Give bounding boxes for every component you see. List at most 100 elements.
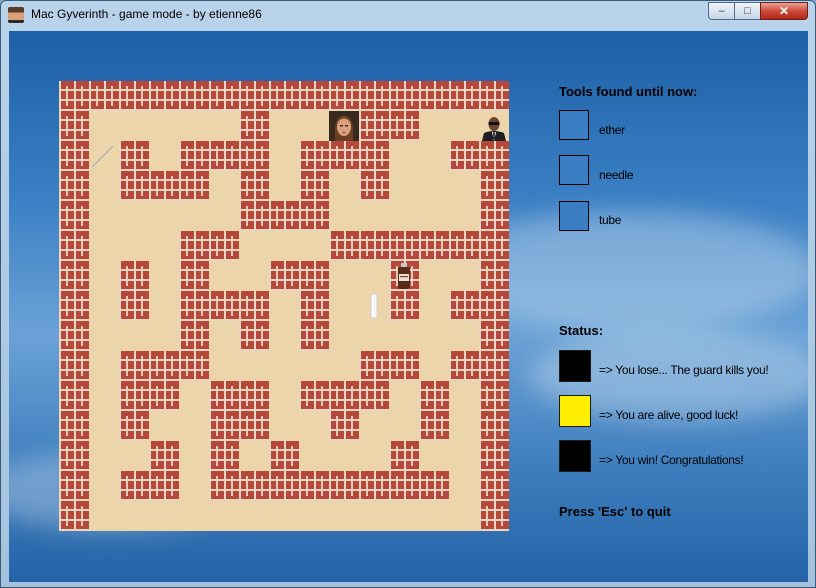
- maze-floor-tile: [149, 501, 179, 531]
- maze-wall-tile: [59, 411, 89, 441]
- maze-floor-tile: [179, 501, 209, 531]
- maze-floor-tile: [419, 111, 449, 141]
- maze-floor-tile: [389, 411, 419, 441]
- maze-wall-tile: [299, 471, 329, 501]
- maze-wall-tile: [239, 471, 269, 501]
- maze-wall-tile: [479, 381, 509, 411]
- maze-floor-tile: [149, 141, 179, 171]
- game-canvas[interactable]: Tools found until now: ether needle tube…: [9, 31, 808, 582]
- maze-wall-tile: [269, 261, 299, 291]
- maze-wall-tile: [479, 171, 509, 201]
- maze-floor-tile: [209, 201, 239, 231]
- maze-wall-tile: [389, 111, 419, 141]
- maze-floor-tile: [89, 381, 119, 411]
- maze-wall-tile: [239, 141, 269, 171]
- maze-floor-tile: [449, 441, 479, 471]
- maze-floor-tile: [389, 171, 419, 201]
- maze-wall-tile: [479, 411, 509, 441]
- maze-wall-tile: [119, 411, 149, 441]
- status-indicator-win: [559, 440, 591, 472]
- maze-floor-tile: [89, 111, 119, 141]
- maze-wall-tile: [329, 411, 359, 441]
- tool-slot-tube: [559, 201, 589, 231]
- title-bar[interactable]: Mac Gyverinth - game mode - by etienne86…: [1, 1, 815, 29]
- maze-floor-tile: [269, 411, 299, 441]
- maze-floor-tile: [89, 321, 119, 351]
- maze-wall-tile: [359, 171, 389, 201]
- maze-floor-tile: [419, 141, 449, 171]
- maze-floor-tile: [89, 501, 119, 531]
- maze-wall-tile: [419, 231, 449, 261]
- tool-slot-ether: [559, 110, 589, 140]
- maze-floor-tile: [179, 411, 209, 441]
- maze-floor-tile: [329, 501, 359, 531]
- maze-floor-tile: [179, 201, 209, 231]
- maze-floor-tile: [119, 201, 149, 231]
- maze-floor-tile: [149, 291, 179, 321]
- maze-floor-tile: [359, 201, 389, 231]
- maze-floor-tile: [269, 111, 299, 141]
- maze-wall-tile: [59, 351, 89, 381]
- maze-floor-tile: [329, 441, 359, 471]
- maze-floor-tile: [359, 261, 389, 291]
- maze-floor-tile: [449, 411, 479, 441]
- tool-label-needle: needle: [599, 168, 634, 182]
- maze-floor-tile: [209, 171, 239, 201]
- maze-wall-tile: [449, 141, 479, 171]
- maze-floor-tile: [149, 111, 179, 141]
- close-button[interactable]: ✕: [760, 2, 808, 20]
- maze-wall-tile: [119, 171, 149, 201]
- maze-wall-tile: [119, 291, 149, 321]
- maze-wall-tile: [479, 351, 509, 381]
- maze-wall-tile: [299, 141, 329, 171]
- maze-floor-tile: [149, 201, 179, 231]
- maze-wall-tile: [479, 81, 509, 111]
- maze-floor-tile: [209, 351, 239, 381]
- maze-wall-tile: [479, 321, 509, 351]
- maze-wall-tile: [299, 261, 329, 291]
- maze-wall-tile: [59, 81, 89, 111]
- window-title: Mac Gyverinth - game mode - by etienne86: [31, 7, 262, 21]
- maze-floor-tile: [269, 321, 299, 351]
- tube-icon: [359, 291, 389, 321]
- maze-floor-tile: [149, 411, 179, 441]
- tools-heading: Tools found until now:: [559, 84, 698, 99]
- maze-floor-tile: [89, 471, 119, 501]
- minimize-button[interactable]: –: [708, 2, 735, 20]
- status-label-lose: => You lose... The guard kills you!: [599, 363, 769, 377]
- maze-wall-tile: [299, 171, 329, 201]
- maze-wall-tile: [119, 261, 149, 291]
- maze-floor-tile: [179, 111, 209, 141]
- maze-wall-tile: [389, 291, 419, 321]
- maze-floor-tile: [329, 261, 359, 291]
- maze-floor-tile: [389, 201, 419, 231]
- maze-wall-tile: [239, 201, 269, 231]
- maze-floor-tile: [239, 441, 269, 471]
- maze-floor-tile: [239, 261, 269, 291]
- maze-wall-tile: [89, 81, 119, 111]
- maze-floor-tile: [269, 231, 299, 261]
- needle-icon: [89, 141, 119, 171]
- maze-wall-tile: [179, 171, 209, 201]
- maze-floor-tile: [269, 291, 299, 321]
- maze-floor-tile: [449, 471, 479, 501]
- maze-floor-tile: [449, 111, 479, 141]
- maze-floor-tile: [269, 141, 299, 171]
- maze-floor-tile: [119, 321, 149, 351]
- maze-floor-tile: [359, 501, 389, 531]
- maze-wall-tile: [59, 111, 89, 141]
- maximize-button[interactable]: □: [734, 2, 761, 20]
- maze-wall-tile: [449, 291, 479, 321]
- maze-floor-tile: [419, 501, 449, 531]
- maze-floor-tile: [419, 261, 449, 291]
- maze-wall-tile: [359, 141, 389, 171]
- maze-floor-tile: [419, 291, 449, 321]
- maze-wall-tile: [179, 141, 209, 171]
- maze-floor-tile: [299, 231, 329, 261]
- maze-wall-tile: [149, 441, 179, 471]
- maze-wall-tile: [389, 441, 419, 471]
- maze-wall-tile: [329, 381, 359, 411]
- maze-floor-tile: [209, 321, 239, 351]
- maze-floor-tile: [449, 321, 479, 351]
- maze-wall-tile: [209, 411, 239, 441]
